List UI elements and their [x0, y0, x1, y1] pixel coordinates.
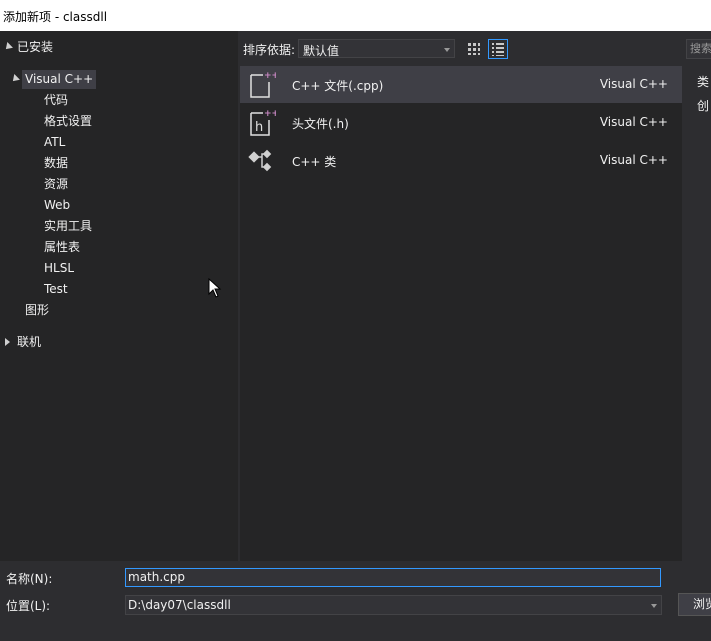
chevron-down-icon[interactable]: [651, 604, 657, 608]
expand-arrow-icon[interactable]: [10, 74, 20, 84]
list-view-icon: [492, 43, 504, 56]
browse-button[interactable]: 浏览: [678, 593, 711, 616]
tree-item-hlsl[interactable]: HLSL: [44, 259, 74, 278]
template-item-cpp-class[interactable]: C++ 类 Visual C++: [240, 142, 682, 179]
template-type: Visual C++: [599, 77, 668, 91]
sort-value: 默认值: [303, 44, 340, 58]
tree-item-data[interactable]: 数据: [44, 154, 68, 173]
template-type: Visual C++: [599, 153, 668, 167]
sort-label: 排序依据:: [243, 43, 296, 57]
header-file-icon: h ++: [250, 109, 276, 136]
details-panel: 搜索 类 创: [684, 31, 711, 561]
tree-item-property-sheets[interactable]: 属性表: [44, 238, 80, 257]
tree-item-resources[interactable]: 资源: [44, 175, 68, 194]
tree-item-atl[interactable]: ATL: [44, 133, 65, 152]
expand-arrow-icon[interactable]: [3, 42, 13, 52]
tree-item-utility[interactable]: 实用工具: [44, 217, 92, 236]
template-type: Visual C++: [599, 115, 668, 129]
list-view-button[interactable]: [488, 39, 508, 59]
tree-item-installed[interactable]: 已安装: [17, 38, 53, 57]
template-item-cpp-file[interactable]: ++ C++ 文件(.cpp) Visual C++: [240, 66, 682, 103]
location-label: 位置(L):: [6, 599, 51, 613]
tree-item-online[interactable]: 联机: [17, 333, 41, 352]
details-type-label: 类: [697, 75, 710, 89]
template-name: 头文件(.h): [292, 117, 349, 131]
tree-item-visual-cpp[interactable]: Visual C++: [22, 70, 97, 89]
grid-view-icon: [468, 43, 480, 55]
location-value: D:\day07\classdll: [128, 598, 231, 612]
svg-text:h: h: [255, 120, 263, 135]
tree-item-test[interactable]: Test: [44, 280, 68, 299]
template-name: C++ 类: [292, 155, 337, 169]
tree-item-web[interactable]: Web: [44, 196, 70, 215]
chevron-down-icon: [444, 48, 450, 52]
cpp-file-icon: ++: [250, 71, 276, 98]
location-combobox[interactable]: D:\day07\classdll: [125, 595, 662, 615]
category-tree: 已安装 Visual C++ 代码 格式设置 ATL 数据 资源 Web 实用工…: [0, 31, 238, 561]
title-bar: 添加新项 - classdll: [0, 0, 711, 31]
details-description: 创: [697, 99, 710, 113]
tree-item-graphics[interactable]: 图形: [25, 301, 49, 320]
file-form: 名称(N): math.cpp 位置(L): D:\day07\classdll…: [0, 561, 711, 641]
name-field[interactable]: math.cpp: [125, 568, 661, 587]
name-label: 名称(N):: [6, 572, 53, 586]
template-list: ++ C++ 文件(.cpp) Visual C++ h ++ 头文件(.h) …: [240, 66, 682, 561]
cpp-class-icon: [248, 149, 272, 172]
tree-item-formatting[interactable]: 格式设置: [44, 112, 92, 131]
mouse-pointer-icon: [208, 278, 222, 298]
sort-dropdown[interactable]: 默认值: [298, 39, 455, 58]
svg-text:++: ++: [264, 109, 276, 119]
template-item-header-file[interactable]: h ++ 头文件(.h) Visual C++: [240, 104, 682, 141]
template-panel: 排序依据: 默认值 ++ C++ 文件(.cpp) Visual C++ h +…: [238, 31, 684, 561]
window-title: 添加新项 - classdll: [3, 10, 108, 24]
template-name: C++ 文件(.cpp): [292, 79, 384, 93]
grid-view-button[interactable]: [464, 39, 484, 59]
tree-item-code[interactable]: 代码: [44, 91, 68, 110]
svg-text:++: ++: [264, 71, 276, 81]
collapse-arrow-icon[interactable]: [5, 338, 10, 346]
search-input[interactable]: 搜索: [686, 39, 711, 59]
